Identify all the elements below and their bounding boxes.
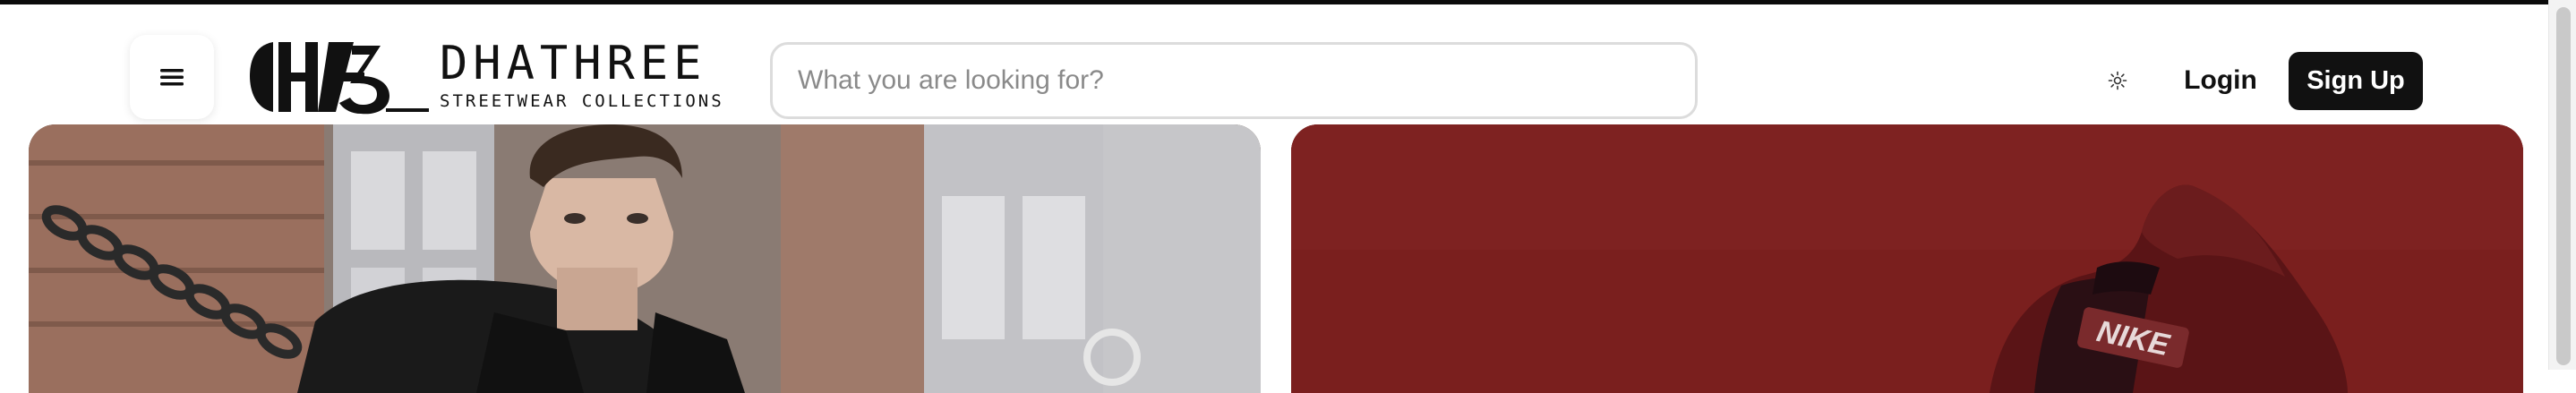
- hamburger-menu-icon: [160, 69, 184, 86]
- hero-banner-left[interactable]: [29, 124, 1261, 393]
- model-photo: [29, 124, 1261, 393]
- hero-banner-right[interactable]: NIKE: [1291, 124, 2523, 393]
- sneaker-photo: NIKE: [1291, 124, 2523, 393]
- page-scrollbar[interactable]: [2548, 0, 2576, 370]
- brand-subtitle: STREETWEAR COLLECTIONS: [440, 91, 724, 111]
- search-input[interactable]: [770, 42, 1698, 119]
- sun-icon: [2108, 71, 2127, 90]
- sign-up-button[interactable]: Sign Up: [2289, 52, 2423, 110]
- dh3-monogram-icon: [250, 42, 429, 115]
- brand-logo[interactable]: DHATHREE STREETWEAR COLLECTIONS: [246, 35, 724, 117]
- site-header: DHATHREE STREETWEAR COLLECTIONS Login Si…: [0, 4, 2549, 123]
- login-button[interactable]: Login: [2167, 51, 2274, 110]
- menu-button[interactable]: [130, 35, 214, 119]
- theme-toggle-button[interactable]: [2102, 65, 2133, 96]
- brand-title: DHATHREE: [440, 37, 707, 90]
- scrollbar-thumb[interactable]: [2556, 7, 2571, 365]
